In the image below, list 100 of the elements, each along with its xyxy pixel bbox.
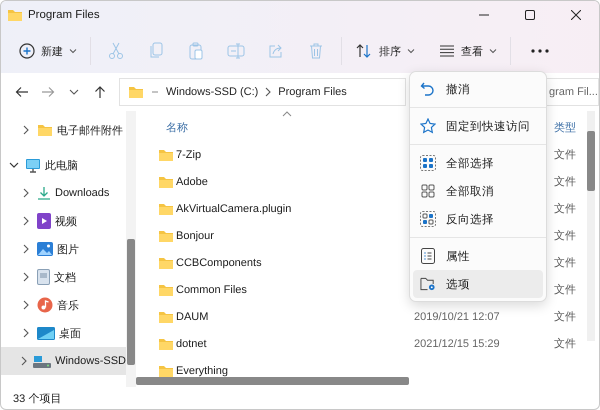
view-button[interactable]: 查看 — [431, 35, 505, 67]
chevron-icon[interactable] — [21, 272, 31, 282]
folder-icon — [158, 228, 174, 242]
chevron-icon[interactable] — [21, 244, 31, 254]
new-button[interactable]: 新建 — [11, 35, 85, 67]
picture-icon — [37, 242, 53, 256]
file-name[interactable]: dotnet — [176, 338, 207, 350]
folder-icon — [37, 123, 53, 137]
sidebar-scrollbar[interactable] — [126, 111, 136, 387]
file-name[interactable]: Adobe — [176, 176, 208, 188]
more-icon — [531, 49, 549, 53]
chevron-icon[interactable] — [21, 216, 31, 226]
lines-icon — [439, 45, 455, 57]
menu-item[interactable]: 全部选择 — [413, 149, 543, 177]
file-type: 文件 — [554, 148, 577, 162]
caret-icon — [69, 48, 77, 54]
chevron-icon — [265, 87, 272, 97]
folder-icon — [158, 148, 174, 162]
menu-item[interactable]: 固定到快速访问 — [413, 112, 543, 140]
music-icon — [37, 297, 53, 313]
column-header[interactable]: 类型 — [554, 120, 576, 141]
file-type: 文件 — [554, 202, 577, 216]
date-modified: 2021/12/15 15:29 — [414, 338, 501, 350]
menu-item[interactable]: 撤消 — [413, 75, 543, 103]
folder-icon — [7, 8, 23, 22]
select-all-icon — [420, 155, 436, 171]
column-header[interactable]: 名称 — [158, 120, 188, 141]
address-bar[interactable]: Windows-SSD (C:) Program Files — [119, 78, 406, 106]
folder-icon — [158, 256, 174, 270]
sidebar-item[interactable]: 视频 — [1, 207, 126, 235]
grid-icon — [420, 183, 436, 199]
item-count: 33 个项目 — [13, 392, 62, 406]
file-type: 文件 — [554, 228, 577, 243]
document-icon — [37, 269, 50, 285]
sidebar-item[interactable]: 桌面 — [1, 319, 126, 347]
chevron-icon[interactable] — [21, 188, 31, 198]
file-type: 文件 — [554, 174, 577, 189]
menu-item[interactable]: 反向选择 — [413, 205, 543, 233]
folder-icon — [158, 336, 174, 350]
file-name[interactable]: AkVirtualCamera.plugin — [176, 202, 292, 214]
file-name[interactable]: Everything — [176, 364, 228, 376]
folder-icon — [158, 282, 174, 296]
chevron-icon[interactable] — [21, 125, 31, 135]
sort-indicator-icon — [282, 111, 292, 117]
menu-item[interactable]: 选项 — [413, 270, 543, 298]
sidebar-item[interactable]: 此电脑 — [1, 151, 126, 179]
maximize-icon — [525, 10, 535, 20]
caret-icon — [489, 48, 497, 54]
sort-icon — [355, 43, 373, 59]
breadcrumb-segment[interactable]: Program Files — [278, 86, 347, 98]
sidebar-item[interactable]: 电子邮件附件 — [1, 116, 126, 144]
sidebar-item[interactable]: 音乐 — [1, 291, 126, 319]
sidebar-item[interactable]: Downloads — [1, 179, 126, 207]
sidebar-item[interactable]: 文档 — [1, 263, 126, 291]
minimize-icon — [479, 14, 489, 16]
date-modified: 2019/10/21 12:07 — [414, 310, 501, 322]
breadcrumb-segment[interactable]: Windows-SSD (C:) — [166, 86, 258, 98]
close-icon — [571, 10, 581, 20]
file-name[interactable]: DAUM — [176, 310, 208, 322]
horizontal-scrollbar[interactable] — [136, 377, 409, 385]
properties-icon — [420, 248, 436, 264]
back-arrow-icon — [15, 86, 29, 98]
desktop-icon — [37, 326, 55, 340]
computer-icon — [25, 158, 41, 172]
file-type: 文件 — [554, 282, 577, 297]
file-name[interactable]: Bonjour — [176, 230, 214, 242]
caret-icon — [407, 48, 415, 54]
invert-selection-icon — [420, 211, 436, 227]
chevron-icon[interactable] — [9, 162, 19, 168]
file-type: 文件 — [554, 310, 577, 324]
chevron-icon[interactable] — [21, 356, 28, 366]
drive-icon — [33, 354, 52, 368]
undo-icon — [420, 81, 436, 97]
file-name[interactable]: Common Files — [176, 284, 247, 296]
folder-icon — [158, 310, 174, 324]
sidebar-item[interactable]: Windows-SSD — [1, 347, 126, 375]
folder-icon — [158, 174, 174, 188]
sort-button[interactable]: 排序 — [347, 35, 423, 67]
chevron-down-icon — [69, 89, 79, 95]
window-title: Program Files — [28, 9, 100, 21]
vertical-scrollbar[interactable] — [587, 111, 595, 341]
chevron-icon[interactable] — [21, 300, 31, 310]
chevron-icon[interactable] — [21, 328, 31, 338]
file-name[interactable]: 7-Zip — [176, 148, 202, 160]
download-icon — [37, 186, 51, 200]
file-type: 文件 — [554, 336, 577, 351]
file-type: 文件 — [554, 256, 577, 270]
star-icon — [420, 118, 436, 134]
up-arrow-icon — [94, 85, 106, 99]
search-field[interactable]: gram Fil... — [547, 78, 599, 106]
folder-icon — [158, 202, 174, 216]
file-name[interactable]: CCBComponents — [176, 256, 262, 268]
folder-icon — [128, 85, 144, 99]
video-icon — [37, 213, 51, 229]
menu-item[interactable]: 属性 — [413, 242, 543, 270]
folder-icon — [158, 364, 174, 378]
sidebar-item[interactable]: 图片 — [1, 235, 126, 263]
menu-item[interactable]: 全部取消 — [413, 177, 543, 205]
folder-gear-icon — [420, 276, 436, 292]
separator-icon — [151, 90, 159, 94]
